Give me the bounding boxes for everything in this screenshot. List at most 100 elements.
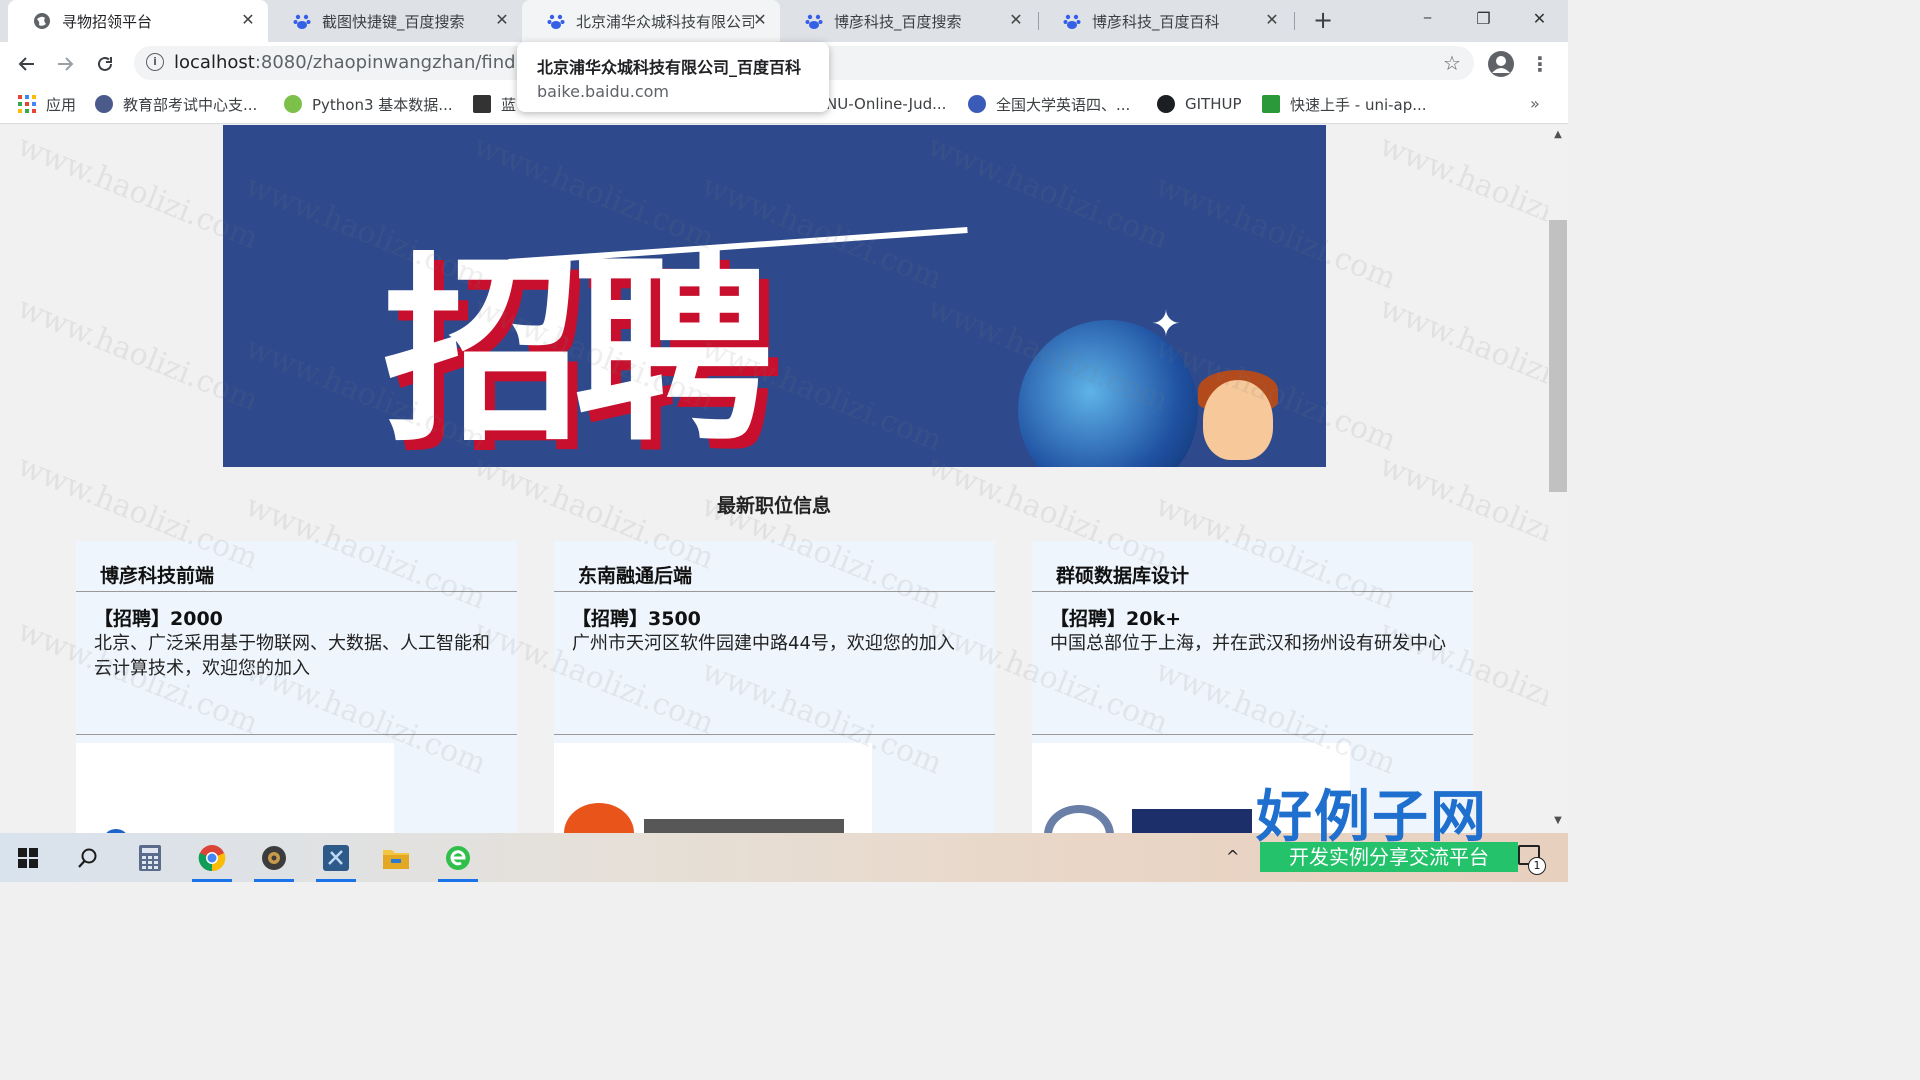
- scroll-up-arrow-icon[interactable]: ▲: [1552, 129, 1564, 141]
- job-title[interactable]: 东南融通后端: [554, 541, 995, 592]
- bookmark-label: 全国大学英语四、...: [996, 95, 1131, 114]
- scroll-down-arrow-icon[interactable]: ▼: [1552, 815, 1564, 827]
- settings-app-icon[interactable]: [254, 839, 294, 882]
- bookmark-label: GITHUP: [1185, 95, 1242, 113]
- reload-button[interactable]: [90, 49, 120, 79]
- tab-4[interactable]: 博彦科技_百度百科 ✕: [1038, 0, 1292, 42]
- tab-1[interactable]: 截图快捷键_百度搜索 ✕: [268, 0, 522, 42]
- bookmark-star-icon[interactable]: ☆: [1440, 52, 1464, 76]
- bookmark-item[interactable]: 蓝: [473, 92, 516, 116]
- bookmark-item[interactable]: 全国大学英语四、...: [968, 92, 1130, 116]
- uniapp-icon: [1262, 95, 1280, 113]
- job-description: 广州市天河区软件园建中路44号，欢迎您的加入: [572, 633, 955, 654]
- tab-title: 博彦科技_百度百科: [1092, 12, 1220, 31]
- tab-3[interactable]: 博彦科技_百度搜索 ✕: [780, 0, 1036, 42]
- tab-hover-tooltip: 北京浦华众城科技有限公司_百度百科 baike.baidu.com: [517, 42, 829, 112]
- job-card[interactable]: 博彦科技前端 【招聘】2000 北京、广泛采用基于物联网、大数据、人工智能和云计…: [76, 541, 517, 833]
- tab-title: 博彦科技_百度搜索: [834, 12, 962, 31]
- tab-0[interactable]: 寻物招领平台 ✕: [8, 0, 268, 42]
- job-description: 中国总部位于上海，并在武汉和扬州设有研发中心: [1050, 633, 1446, 654]
- tab-close-icon[interactable]: ✕: [492, 10, 512, 30]
- url-text[interactable]: localhost:8080/zhaopinwangzhan/find.jsp: [174, 52, 547, 73]
- baidu-paw-icon: [804, 11, 824, 31]
- file-explorer-icon[interactable]: [376, 839, 416, 877]
- bookmark-apps[interactable]: 应用: [18, 92, 76, 116]
- globe-icon: [32, 11, 52, 31]
- chrome-icon[interactable]: [192, 839, 232, 882]
- job-salary: 【招聘】3500: [572, 608, 701, 630]
- back-button[interactable]: [12, 49, 42, 79]
- notification-badge: 1: [1528, 857, 1546, 875]
- job-title[interactable]: 博彦科技前端: [76, 541, 517, 592]
- apps-grid-icon: [18, 95, 36, 113]
- search-icon[interactable]: [68, 839, 108, 877]
- tab-close-icon[interactable]: ✕: [238, 10, 258, 30]
- minimize-button[interactable]: ─: [1400, 0, 1455, 36]
- tab-2[interactable]: 北京浦华众城科技有限公司 ✕: [522, 0, 780, 42]
- job-card[interactable]: 东南融通后端 【招聘】3500 广州市天河区软件园建中路44号，欢迎您的加入: [554, 541, 995, 833]
- bookmark-item[interactable]: 教育部考试中心支...: [95, 92, 257, 116]
- reload-icon: [98, 56, 112, 71]
- new-tab-button[interactable]: +: [1308, 6, 1338, 36]
- tab-close-icon[interactable]: ✕: [750, 10, 770, 30]
- tray-overflow-button[interactable]: ^: [1226, 847, 1239, 866]
- brand-watermark: 好例子网: [1256, 784, 1488, 850]
- tab-title: 截图快捷键_百度搜索: [322, 12, 465, 31]
- bookmark-label: 应用: [46, 95, 77, 114]
- baidu-paw-icon: [1062, 11, 1082, 31]
- forward-button[interactable]: [50, 49, 80, 79]
- c-icon: [473, 95, 491, 113]
- watermark-text: www.haolizi.com: [1374, 128, 1548, 257]
- profile-avatar-icon[interactable]: [1488, 51, 1514, 77]
- bookmark-item[interactable]: GITHUP: [1157, 92, 1242, 116]
- tab-strip: 寻物招领平台 ✕ 截图快捷键_百度搜索 ✕ 北京浦华众城科技有限公司 ✕ 博彦科…: [0, 0, 1568, 42]
- tab-title: 北京浦华众城科技有限公司: [576, 12, 754, 31]
- page-scrollbar[interactable]: ▲ ▼: [1548, 125, 1568, 833]
- watermark-text: www.haolizi.com: [1374, 290, 1548, 419]
- browser-e-icon[interactable]: [438, 839, 478, 882]
- tab-close-icon[interactable]: ✕: [1262, 10, 1282, 30]
- bookmarks-more-button[interactable]: »: [1530, 94, 1540, 113]
- job-description: 北京、广泛采用基于物联网、大数据、人工智能和云计算技术，欢迎您的加入: [94, 633, 490, 679]
- cartoon-person: [1203, 380, 1273, 460]
- job-body: 【招聘】2000 北京、广泛采用基于物联网、大数据、人工智能和云计算技术，欢迎您…: [76, 592, 517, 735]
- job-salary: 【招聘】20k+: [1050, 608, 1181, 630]
- site-info-icon[interactable]: i: [146, 53, 164, 71]
- restore-button[interactable]: ❐: [1456, 0, 1511, 36]
- tab-close-icon[interactable]: ✕: [1006, 10, 1026, 30]
- tooltip-url: baike.baidu.com: [537, 82, 669, 101]
- close-window-button[interactable]: ✕: [1512, 0, 1567, 36]
- bookmark-item[interactable]: 快速上手 - uni-ap...: [1262, 92, 1427, 116]
- banner-headline: 招聘: [383, 236, 773, 467]
- windows-start-icon[interactable]: [18, 848, 38, 868]
- back-arrow-icon: [18, 57, 34, 71]
- bookmark-label: 蓝: [501, 95, 517, 114]
- bookmark-label: NU-Online-Jud...: [826, 95, 947, 113]
- python-icon: [284, 95, 302, 113]
- company-logo-image: [554, 743, 872, 833]
- globe-icon: [95, 95, 113, 113]
- browser-menu-icon[interactable]: ⋮: [1530, 50, 1550, 78]
- sparkle-icon: ✦: [1150, 304, 1182, 345]
- globe-icon: [968, 95, 986, 113]
- company-logo-image: [76, 743, 394, 833]
- tooltip-title: 北京浦华众城科技有限公司_百度百科: [537, 58, 802, 77]
- bookmark-item[interactable]: Python3 基本数据...: [284, 92, 453, 116]
- bookmark-label: 快速上手 - uni-ap...: [1290, 95, 1427, 114]
- baidu-paw-icon: [546, 11, 566, 31]
- recruitment-banner: 招聘 ✦: [223, 125, 1326, 467]
- forward-arrow-icon: [58, 57, 74, 71]
- calculator-icon[interactable]: [130, 839, 170, 877]
- tab-title: 寻物招领平台: [62, 12, 153, 31]
- bookmark-label: 教育部考试中心支...: [123, 95, 258, 114]
- vscode-icon[interactable]: [316, 839, 356, 882]
- page-content: 招聘 ✦ 最新职位信息 博彦科技前端 【招聘】2000 北京、广泛采用基于物联网…: [0, 125, 1548, 833]
- job-body: 【招聘】20k+ 中国总部位于上海，并在武汉和扬州设有研发中心: [1032, 592, 1473, 735]
- job-title[interactable]: 群硕数据库设计: [1032, 541, 1473, 592]
- job-salary: 【招聘】2000: [94, 608, 223, 630]
- tab-separator: [1294, 12, 1295, 30]
- baidu-paw-icon: [292, 11, 312, 31]
- scroll-thumb[interactable]: [1549, 220, 1567, 492]
- bookmark-label: Python3 基本数据...: [312, 95, 453, 114]
- bookmark-item[interactable]: NU-Online-Jud...: [826, 92, 946, 116]
